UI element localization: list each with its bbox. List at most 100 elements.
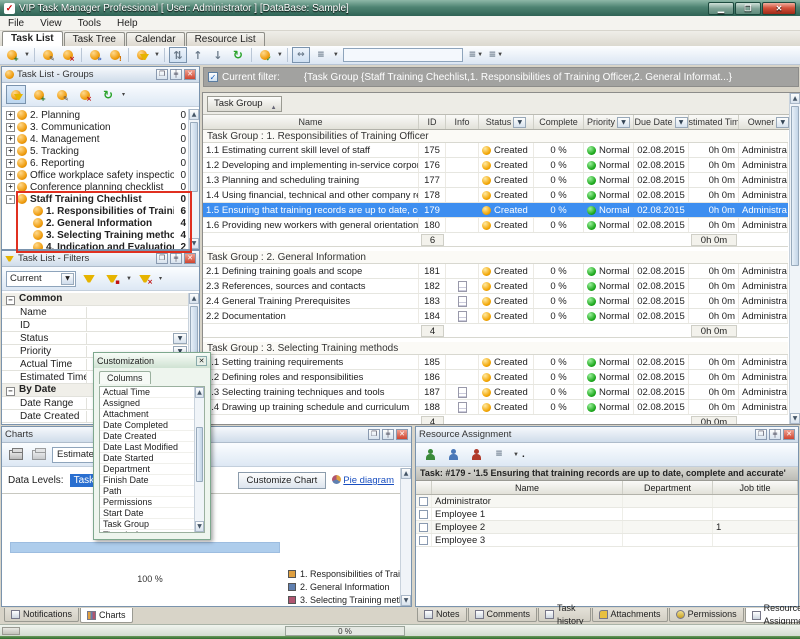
bottom-tab-permissions[interactable]: Permissions xyxy=(669,608,744,622)
tree-item[interactable]: +Office workplace safety inspection chec… xyxy=(2,169,188,181)
customization-column-item[interactable]: Department xyxy=(100,464,204,475)
table-row[interactable]: 3.3 Selecting training techniques and to… xyxy=(203,385,788,400)
table-row[interactable]: 1.5 Ensuring that training records are u… xyxy=(203,203,788,218)
column-header-id[interactable]: ID xyxy=(419,115,446,129)
filters-close-icon[interactable]: ✕ xyxy=(184,253,196,264)
tree-item[interactable]: +6. Reporting0 xyxy=(2,157,188,169)
tab-task-tree[interactable]: Task Tree xyxy=(64,32,125,46)
filters-pin-icon[interactable]: ╪ xyxy=(170,253,182,264)
bottom-tab-task-history[interactable]: Task history xyxy=(538,608,591,622)
resource-checkbox[interactable] xyxy=(419,497,428,506)
tree-expander-icon[interactable]: + xyxy=(6,147,15,156)
tab-resource-list[interactable]: Resource List xyxy=(186,32,265,46)
filter-dropdown-icon[interactable]: ▼ xyxy=(173,333,187,344)
tab-task-list[interactable]: Task List xyxy=(2,31,63,46)
customization-column-item[interactable]: Path xyxy=(100,486,204,497)
customization-column-item[interactable]: Date Completed xyxy=(100,420,204,431)
resource-checkbox[interactable] xyxy=(419,510,428,519)
customization-column-item[interactable]: Date Started xyxy=(100,453,204,464)
close-button[interactable]: ✕ xyxy=(762,2,796,15)
column-header-due-date[interactable]: Due Date▼ xyxy=(634,115,689,129)
filter-row[interactable]: Name xyxy=(2,306,188,319)
column-header-name[interactable]: Name xyxy=(203,115,419,129)
groups-edit-button[interactable]: ✎ xyxy=(52,85,72,104)
column-header-status[interactable]: Status▼ xyxy=(479,115,534,129)
save-filter-button[interactable]: ▪ xyxy=(102,269,122,288)
groups-delete-button[interactable]: × xyxy=(75,85,95,104)
charts-close-icon[interactable]: ✕ xyxy=(396,429,408,440)
resource-row[interactable]: Administrator xyxy=(416,495,798,508)
scroll-down-icon[interactable]: ▼ xyxy=(790,413,800,424)
customization-column-item[interactable]: Assigned xyxy=(100,398,204,409)
view-options-button[interactable]: ≡ xyxy=(312,47,330,63)
groups-add-button[interactable]: + xyxy=(29,85,49,104)
edit-resource-button[interactable] xyxy=(443,445,463,464)
table-row[interactable]: 1.6 Providing new workers with general o… xyxy=(203,218,788,233)
minimize-button[interactable]: ▁ xyxy=(708,2,734,15)
approve-dropdown-icon[interactable]: ▼ xyxy=(277,52,283,58)
table-row[interactable]: 3.4 Drawing up training schedule and cur… xyxy=(203,400,788,415)
tree-item[interactable]: 4. Indication and Evaluation2 xyxy=(2,241,188,249)
customization-close-icon[interactable]: ✕ xyxy=(196,356,207,366)
column-header-department[interactable]: Department xyxy=(623,481,713,494)
edit-task-button[interactable]: ✎ xyxy=(39,47,57,63)
filter-preset-select[interactable]: Current ▼ xyxy=(6,271,76,287)
customization-column-item[interactable]: Actual Time xyxy=(100,387,204,398)
table-row[interactable]: 1.2 Developing and implementing in-servi… xyxy=(203,158,788,173)
tree-item[interactable]: +3. Communication0 xyxy=(2,121,188,133)
tree-expander-icon[interactable]: + xyxy=(6,135,15,144)
resource-view-button[interactable]: ≡ xyxy=(489,445,509,464)
table-row[interactable]: 3.2 Defining roles and responsibilities1… xyxy=(203,370,788,385)
bottom-tab-notifications[interactable]: Notifications xyxy=(4,608,79,622)
bottom-tab-charts[interactable]: Charts xyxy=(80,608,133,623)
group-header-row[interactable]: Task Group : 3. Selecting Training metho… xyxy=(203,342,788,355)
resource-view-dropdown-icon[interactable]: ▼ xyxy=(513,452,519,458)
customization-column-item[interactable]: Time Left xyxy=(100,530,204,533)
groups-scrollbar[interactable]: ▲ ▼ xyxy=(188,109,199,249)
column-header-info[interactable]: Info xyxy=(446,115,479,129)
tree-expander-icon[interactable]: + xyxy=(6,159,15,168)
expand-all-button[interactable]: ⇅ xyxy=(169,47,187,63)
resource-row[interactable]: Employee 1 xyxy=(416,508,798,521)
resource-row[interactable]: Employee 3 xyxy=(416,534,798,547)
delete-task-button[interactable]: × xyxy=(59,47,77,63)
customize-chart-button[interactable]: Customize Chart xyxy=(238,472,327,489)
filter-dropdown-icon[interactable]: ▼ xyxy=(154,52,160,58)
table-scrollbar[interactable]: ▲ ▼ xyxy=(789,93,800,424)
menu-item-file[interactable]: File xyxy=(0,16,32,31)
tree-item[interactable]: +5. Tracking0 xyxy=(2,145,188,157)
tree-item[interactable]: +2. Planning0 xyxy=(2,109,188,121)
add-task-button[interactable]: + xyxy=(3,47,21,63)
resource-pin-icon[interactable]: ╪ xyxy=(769,429,781,440)
bottom-tab-notes[interactable]: Notes xyxy=(417,608,467,622)
bottom-tab-comments[interactable]: Comments xyxy=(468,608,538,622)
scroll-down-icon[interactable]: ▼ xyxy=(189,238,199,249)
preset-dropdown-icon[interactable]: ▼ xyxy=(61,273,74,285)
move-up-button[interactable]: ↑ xyxy=(189,47,207,63)
sort-desc-button[interactable]: ≡▼ xyxy=(487,47,505,63)
table-row[interactable]: 2.1 Defining training goals and scope181… xyxy=(203,264,788,279)
table-row[interactable]: 1.4 Using financial, technical and other… xyxy=(203,188,788,203)
remove-resource-button[interactable] xyxy=(466,445,486,464)
column-filter-icon[interactable]: ▼ xyxy=(675,117,688,128)
table-row[interactable]: 1.3 Planning and scheduling training177C… xyxy=(203,173,788,188)
filter-row[interactable]: Status▼ xyxy=(2,332,188,345)
column-filter-icon[interactable]: ▼ xyxy=(513,117,526,128)
maximize-button[interactable]: ❐ xyxy=(735,2,761,15)
charts-pin-icon[interactable]: ╪ xyxy=(382,429,394,440)
filter-row[interactable]: −Common xyxy=(2,293,188,306)
print-chart-button[interactable] xyxy=(6,445,26,464)
tree-item[interactable]: +Conference planning checklist0 xyxy=(2,181,188,193)
resource-row[interactable]: Employee 21 xyxy=(416,521,798,534)
tree-expander-icon[interactable]: - xyxy=(6,195,15,204)
column-filter-icon[interactable]: ▼ xyxy=(776,117,789,128)
table-row[interactable]: 3.1 Setting training requirements185Crea… xyxy=(203,355,788,370)
customization-column-item[interactable]: Task Group xyxy=(100,519,204,530)
group-by-chip[interactable]: Task Group ▲ xyxy=(207,96,282,112)
column-header-job-title[interactable]: Job title xyxy=(713,481,798,494)
sort-asc-button[interactable]: ≡▼ xyxy=(467,47,485,63)
table-row[interactable]: 2.2 Documentation184Created0 %Normal02.0… xyxy=(203,309,788,324)
column-header-priority[interactable]: Priority▼ xyxy=(584,115,634,129)
resource-checkbox[interactable] xyxy=(419,536,428,545)
tree-item[interactable]: 1. Responsibilities of Training Officer6 xyxy=(2,205,188,217)
